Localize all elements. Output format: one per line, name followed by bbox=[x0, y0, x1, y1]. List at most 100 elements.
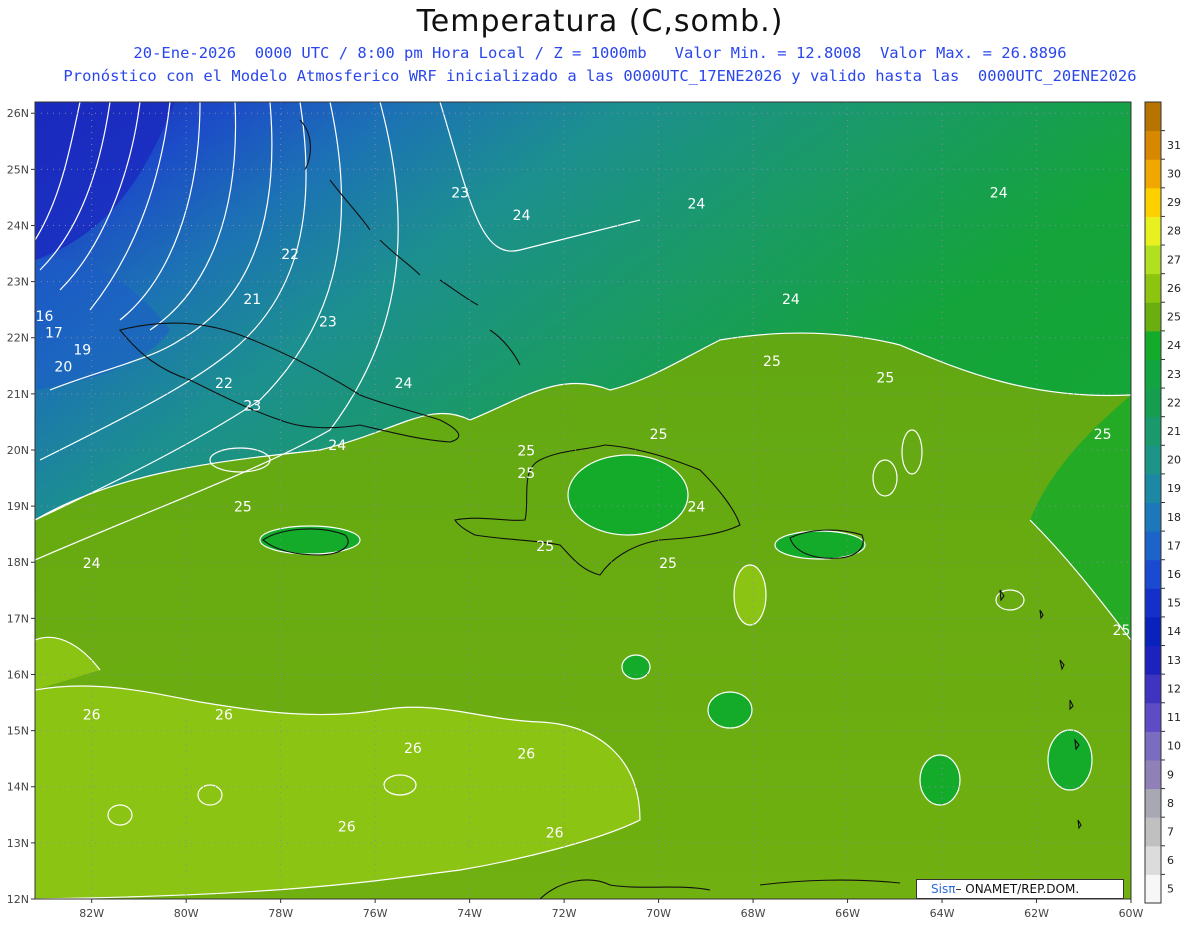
contour-label: 26 bbox=[83, 707, 101, 723]
colorbar-swatch bbox=[1145, 245, 1161, 275]
colorbar-label: 19 bbox=[1167, 482, 1181, 495]
colorbar-label: 17 bbox=[1167, 539, 1181, 552]
latitude-axis: 12N 13N 14N 15N 16N 17N 18N 19N 20N 21N 22N 23N 24N 2… bbox=[7, 107, 35, 906]
contour-label: 24 bbox=[687, 500, 705, 516]
colorbar-label: 25 bbox=[1167, 311, 1181, 324]
colorbar-label: 24 bbox=[1167, 339, 1181, 352]
contour-label: 26 bbox=[215, 707, 233, 723]
lon-tick-label: 60W bbox=[1119, 907, 1144, 920]
colorbar-label: 27 bbox=[1167, 253, 1181, 266]
temperature-map: 161718 1920212122222323232424242424242424… bbox=[7, 101, 1181, 920]
colorbar-swatch bbox=[1145, 788, 1161, 818]
credit-box: Sisπ– ONAMET/REP.DOM. bbox=[916, 879, 1124, 899]
colorbar-label: 16 bbox=[1167, 568, 1181, 581]
contour-label: 25 bbox=[517, 466, 535, 482]
colorbar-label: 5 bbox=[1167, 883, 1174, 896]
contour-label: 24 bbox=[328, 438, 346, 454]
colorbar-label: 7 bbox=[1167, 825, 1174, 838]
lon-tick-label: 62W bbox=[1024, 907, 1049, 920]
colorbar: 5 6 7 8 9 10 11 12 13 14 15 16 17 18 19 20 21 22 23 24 25 26 2… bbox=[1144, 101, 1181, 904]
lat-tick-label: 16N bbox=[7, 668, 29, 681]
colorbar-label: 14 bbox=[1167, 625, 1181, 638]
contour-label: 25 bbox=[659, 556, 677, 572]
colorbar-label: 21 bbox=[1167, 425, 1181, 438]
contour-label: 25 bbox=[1113, 623, 1131, 639]
contour-label: 21 bbox=[243, 292, 261, 308]
lat-tick-label: 12N bbox=[7, 893, 29, 906]
colorbar-swatch bbox=[1145, 159, 1161, 189]
lon-tick-label: 72W bbox=[552, 907, 577, 920]
lon-tick-label: 70W bbox=[646, 907, 671, 920]
contour-label: 17 bbox=[45, 326, 63, 342]
shaded-field: 161718 1920212122222323232424242424242424… bbox=[35, 102, 1131, 899]
colorbar-label: 28 bbox=[1167, 225, 1181, 238]
colorbar-swatch bbox=[1145, 645, 1161, 675]
contour-label: 16 bbox=[36, 309, 54, 325]
colorbar-label: 9 bbox=[1167, 768, 1174, 781]
contour-label: 19 bbox=[73, 343, 91, 359]
contour-label: 25 bbox=[650, 427, 668, 443]
lat-tick-label: 13N bbox=[7, 837, 29, 850]
lat-tick-label: 23N bbox=[7, 276, 29, 289]
colorbar-label: 22 bbox=[1167, 396, 1181, 409]
lat-tick-label: 20N bbox=[7, 444, 29, 457]
colorbar-swatch bbox=[1145, 416, 1161, 446]
credit-text: – ONAMET/REP.DOM. bbox=[955, 882, 1080, 896]
contour-label: 24 bbox=[687, 197, 705, 213]
contour-label: 20 bbox=[54, 359, 72, 375]
colorbar-label: 31 bbox=[1167, 139, 1181, 152]
lat-tick-label: 24N bbox=[7, 219, 29, 232]
lon-tick-label: 68W bbox=[741, 907, 766, 920]
colorbar-swatch bbox=[1145, 531, 1161, 561]
colorbar-label: 26 bbox=[1167, 282, 1181, 295]
lon-tick-label: 78W bbox=[268, 907, 293, 920]
contour-label: 24 bbox=[513, 208, 531, 224]
lat-tick-label: 15N bbox=[7, 725, 29, 738]
lat-tick-label: 22N bbox=[7, 332, 29, 345]
colorbar-label: 29 bbox=[1167, 196, 1181, 209]
contour-label: 26 bbox=[338, 820, 356, 836]
colorbar-label: 6 bbox=[1167, 854, 1174, 867]
lat-tick-label: 18N bbox=[7, 556, 29, 569]
lon-tick-label: 76W bbox=[363, 907, 388, 920]
contour-label: 26 bbox=[546, 825, 564, 841]
map-title: Temperatura (C,somb.) bbox=[416, 4, 784, 39]
lat-tick-label: 17N bbox=[7, 612, 29, 625]
colorbar-swatch bbox=[1145, 817, 1161, 847]
contour-label: 26 bbox=[517, 747, 535, 763]
lat-tick-label: 21N bbox=[7, 388, 29, 401]
colorbar-swatch bbox=[1145, 674, 1161, 704]
contour-label: 25 bbox=[1094, 427, 1112, 443]
lat-tick-label: 26N bbox=[7, 107, 29, 120]
colorbar-swatch bbox=[1145, 502, 1161, 532]
colorbar-label: 23 bbox=[1167, 368, 1181, 381]
lon-tick-label: 64W bbox=[930, 907, 955, 920]
contour-label: 25 bbox=[876, 371, 894, 387]
contour-label: 23 bbox=[319, 315, 337, 331]
contour-label: 25 bbox=[517, 444, 535, 460]
colorbar-swatch bbox=[1145, 359, 1161, 389]
colorbar-swatch bbox=[1145, 216, 1161, 246]
colorbar-swatch bbox=[1145, 388, 1161, 418]
contour-label: 24 bbox=[83, 556, 101, 572]
contour-label: 24 bbox=[782, 292, 800, 308]
contour-label: 25 bbox=[536, 539, 554, 555]
contour-label: 24 bbox=[990, 185, 1008, 201]
colorbar-label: 18 bbox=[1167, 511, 1181, 524]
colorbar-swatch bbox=[1145, 845, 1161, 875]
forecast-time-line: 20-Ene-2026 0000 UTC / 8:00 pm Hora Loca… bbox=[133, 44, 1067, 62]
colorbar-label: 11 bbox=[1167, 711, 1181, 724]
colorbar-swatch bbox=[1145, 330, 1161, 360]
contour-label: 23 bbox=[451, 185, 469, 201]
model-info-line: Pronóstico con el Modelo Atmosferico WRF… bbox=[63, 67, 1137, 85]
contour-label: 22 bbox=[281, 247, 299, 263]
contour-label: 22 bbox=[215, 376, 233, 392]
contour-label: 23 bbox=[243, 399, 261, 415]
lon-tick-label: 74W bbox=[457, 907, 482, 920]
lon-tick-label: 66W bbox=[835, 907, 860, 920]
lon-tick-label: 82W bbox=[79, 907, 104, 920]
colorbar-label: 20 bbox=[1167, 454, 1181, 467]
colorbar-swatch bbox=[1145, 616, 1161, 647]
contour-label: 25 bbox=[234, 500, 252, 516]
colorbar-label: 30 bbox=[1167, 168, 1181, 181]
